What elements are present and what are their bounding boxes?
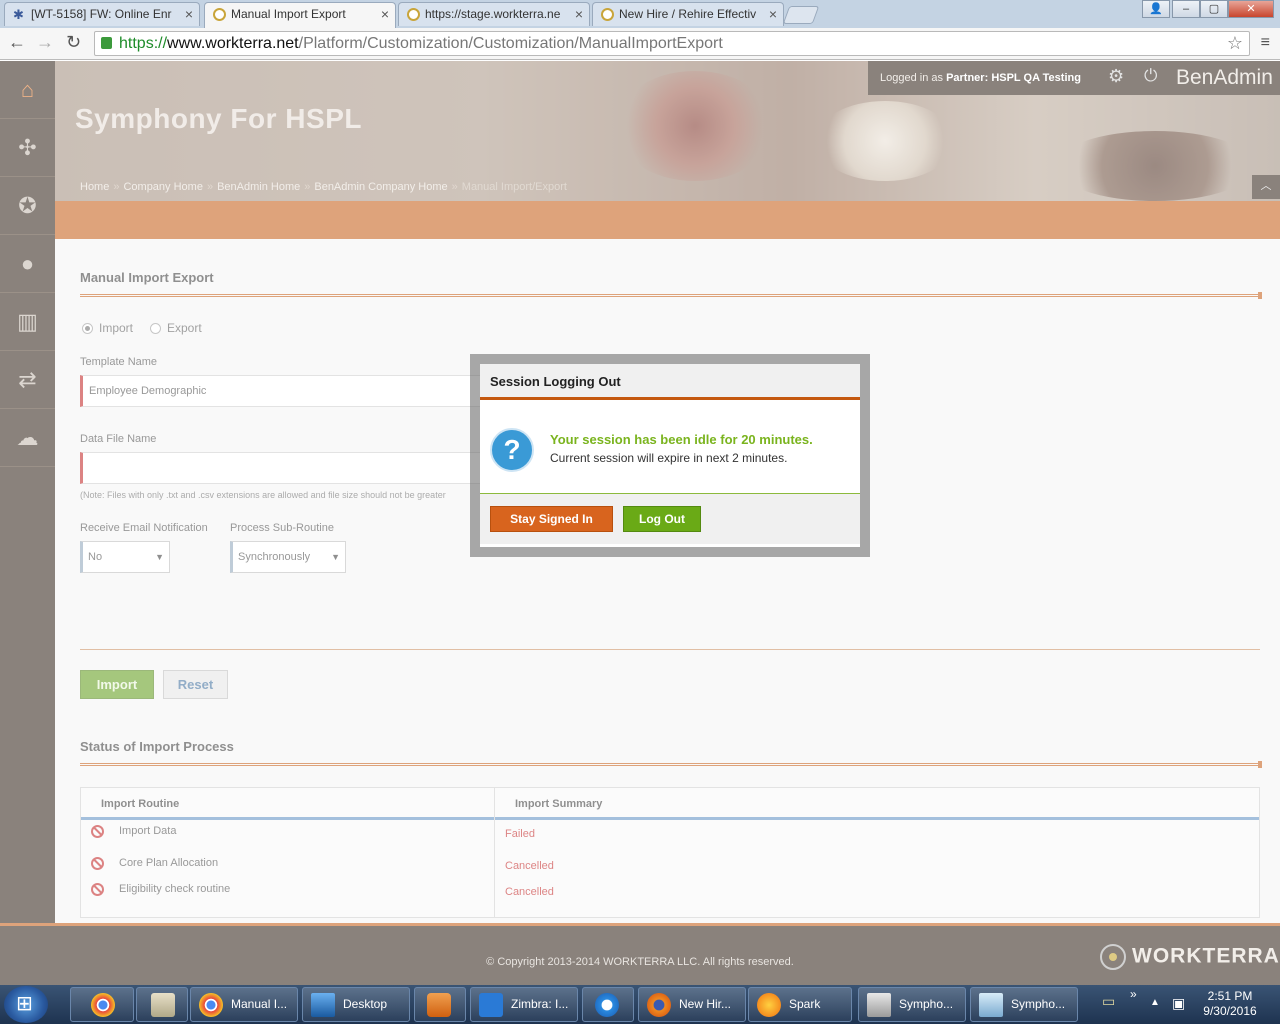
forward-icon[interactable]: → — [36, 32, 54, 53]
taskbar-chrome-pinned[interactable] — [70, 987, 134, 1022]
user-profile-icon[interactable]: 👤 — [1142, 0, 1170, 18]
folder-tray-icon[interactable]: ▭ — [1102, 993, 1115, 1010]
taskbar-item-symphony-1[interactable]: Sympho... — [858, 987, 966, 1022]
taskbar-clock[interactable]: 2:51 PM 9/30/2016 — [1190, 989, 1270, 1019]
taskbar-item-new-hire[interactable]: New Hir... — [638, 987, 746, 1022]
taskbar-item-manual-import[interactable]: Manual I... — [190, 987, 298, 1022]
windows-taskbar: Manual I... Desktop Zimbra: I... New Hir… — [0, 985, 1280, 1024]
browser-tab-new-hire[interactable]: New Hire / Rehire Effectiv × — [592, 2, 784, 26]
close-window-button[interactable]: ✕ — [1228, 0, 1274, 18]
new-tab-button[interactable] — [782, 6, 820, 24]
zimbra-icon — [479, 993, 503, 1017]
workterra-favicon-icon — [407, 8, 420, 21]
session-modal: Session Logging Out ? Your session has b… — [480, 364, 860, 547]
taskbar-item-zimbra[interactable]: Zimbra: I... — [470, 987, 578, 1022]
lock-icon — [101, 37, 112, 49]
modal-title: Session Logging Out — [480, 364, 860, 400]
tab-close-icon[interactable]: × — [381, 3, 389, 25]
maximize-button[interactable]: ▢ — [1200, 0, 1228, 18]
jira-favicon-icon: ✱ — [13, 7, 24, 22]
modal-body: ? Your session has been idle for 20 minu… — [480, 400, 860, 494]
tray-up-arrow-icon[interactable]: ▲ — [1150, 997, 1160, 1008]
taskbar-media-pinned[interactable] — [414, 987, 466, 1022]
spark-icon — [757, 993, 781, 1017]
desktop-icon — [311, 993, 335, 1017]
workterra-favicon-icon — [213, 8, 226, 21]
tab-close-icon[interactable]: × — [185, 3, 193, 25]
taskbar-ie-pinned[interactable] — [582, 987, 634, 1022]
browser-address-bar: ← → ↻ https://www.workterra.net/Platform… — [0, 28, 1280, 60]
document-icon — [979, 993, 1003, 1017]
browser-menu-icon[interactable]: ≡ — [1261, 34, 1270, 52]
start-button[interactable] — [4, 986, 48, 1023]
chrome-icon — [91, 993, 115, 1017]
chrome-icon — [199, 993, 223, 1017]
firefox-icon — [647, 993, 671, 1017]
taskbar-item-symphony-2[interactable]: Sympho... — [970, 987, 1078, 1022]
reload-icon[interactable]: ↻ — [66, 32, 81, 53]
taskbar-explorer-pinned[interactable] — [136, 987, 188, 1022]
expire-message: Current session will expire in next 2 mi… — [550, 451, 788, 465]
idle-message: Your session has been idle for 20 minute… — [550, 432, 813, 447]
window-icon — [867, 993, 891, 1017]
back-icon[interactable]: ← — [8, 32, 26, 53]
internet-explorer-icon — [595, 993, 619, 1017]
question-icon: ? — [490, 428, 534, 472]
file-explorer-icon — [151, 993, 175, 1017]
taskbar-item-spark[interactable]: Spark — [748, 987, 852, 1022]
taskbar-item-desktop[interactable]: Desktop — [302, 987, 410, 1022]
bookmark-star-icon[interactable]: ☆ — [1227, 32, 1243, 55]
browser-tab-stage[interactable]: https://stage.workterra.ne × — [398, 2, 590, 26]
url-input[interactable]: https://www.workterra.net/Platform/Custo… — [94, 31, 1250, 56]
modal-footer: Stay Signed In Log Out — [480, 494, 860, 544]
stay-signed-in-button[interactable]: Stay Signed In — [490, 506, 613, 532]
network-icon[interactable]: ▣ — [1172, 995, 1185, 1012]
browser-tab-bar: ✱ [WT-5158] FW: Online Enr × Manual Impo… — [0, 0, 1280, 28]
log-out-button[interactable]: Log Out — [623, 506, 701, 532]
minimize-button[interactable]: – — [1172, 0, 1200, 18]
browser-tab-jira[interactable]: ✱ [WT-5158] FW: Online Enr × — [4, 2, 200, 26]
browser-tab-manual-import[interactable]: Manual Import Export × — [204, 2, 396, 28]
workterra-favicon-icon — [601, 8, 614, 21]
show-hidden-icons-icon[interactable]: » — [1130, 987, 1137, 1001]
media-player-icon — [427, 993, 451, 1017]
tab-close-icon[interactable]: × — [575, 3, 583, 25]
tab-close-icon[interactable]: × — [769, 3, 777, 25]
